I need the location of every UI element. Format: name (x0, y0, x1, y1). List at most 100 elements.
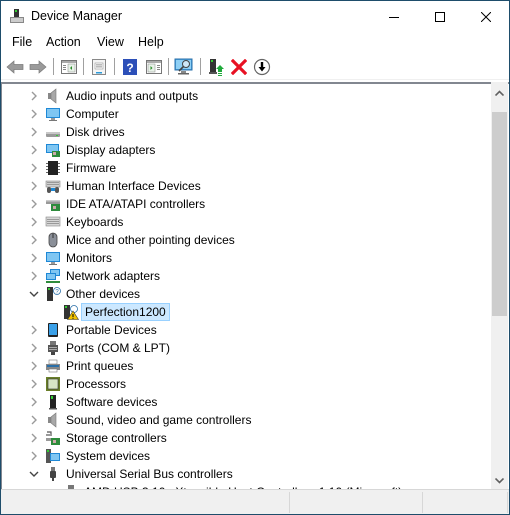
toolbar-separator (114, 58, 115, 75)
expand-chevron-icon[interactable] (29, 450, 39, 462)
tree-item-label[interactable]: Universal Serial Bus controllers (66, 467, 233, 481)
menu-bar: File Action View Help (1, 32, 509, 53)
expand-chevron-icon[interactable] (29, 396, 39, 408)
tree-item-label[interactable]: Display adapters (66, 143, 155, 157)
menu-action[interactable]: Action (46, 35, 81, 49)
tree-category-row[interactable]: Sound, video and game controllers (2, 411, 490, 429)
scan-for-hardware-changes-button[interactable] (174, 57, 194, 77)
tree-category-row[interactable]: Software devices (2, 393, 490, 411)
tree-category-row[interactable]: Human Interface Devices (2, 177, 490, 195)
tree-category-row[interactable]: Network adapters (2, 267, 490, 285)
tree-category-row[interactable]: Monitors (2, 249, 490, 267)
tree-item-label[interactable]: Ports (COM & LPT) (66, 341, 170, 355)
tree-category-row[interactable]: Portable Devices (2, 321, 490, 339)
tree-category-row[interactable]: Mice and other pointing devices (2, 231, 490, 249)
collapse-chevron-icon[interactable] (29, 288, 39, 300)
tree-item-label[interactable]: Processors (66, 377, 126, 391)
help-button[interactable]: ? (120, 57, 140, 77)
computer-icon (45, 106, 61, 122)
tree-category-row[interactable]: Display adapters (2, 141, 490, 159)
tree-item-label[interactable]: Other devices (66, 287, 140, 301)
tree-category-row[interactable]: Ports (COM & LPT) (2, 339, 490, 357)
properties-button[interactable] (89, 57, 109, 77)
show-hide-console-tree-button[interactable] (59, 57, 79, 77)
menu-file[interactable]: File (12, 35, 32, 49)
update-driver-button[interactable] (206, 57, 226, 77)
expand-chevron-icon[interactable] (29, 342, 39, 354)
maximize-button[interactable] (417, 1, 463, 32)
tree-category-row[interactable]: Computer (2, 105, 490, 123)
tree-item-label[interactable]: Network adapters (66, 269, 160, 283)
status-bar-divider (422, 492, 423, 513)
tree-item-label[interactable]: Perfection1200 (81, 303, 170, 321)
tree-category-row[interactable]: Universal Serial Bus controllers (2, 465, 490, 483)
firmware-chip-icon (45, 160, 61, 176)
uninstall-device-button[interactable] (229, 57, 249, 77)
expand-chevron-icon[interactable] (29, 216, 39, 228)
expand-chevron-icon[interactable] (29, 234, 39, 246)
device-tree-pane[interactable]: Audio inputs and outputs Computer Disk dri… (1, 82, 509, 489)
tree-item-label[interactable]: Mice and other pointing devices (66, 233, 235, 247)
expand-chevron-icon[interactable] (29, 144, 39, 156)
tree-item-label[interactable]: Firmware (66, 161, 116, 175)
tree-category-row[interactable]: ? Other devices (2, 285, 490, 303)
forward-button[interactable] (28, 57, 48, 77)
expand-chevron-icon[interactable] (29, 324, 39, 336)
close-button[interactable] (463, 1, 509, 32)
expand-chevron-icon[interactable] (29, 126, 39, 138)
expand-chevron-icon[interactable] (29, 162, 39, 174)
expand-chevron-icon[interactable] (29, 432, 39, 444)
tree-item-label[interactable]: Human Interface Devices (66, 179, 201, 193)
tree-item-label[interactable]: Monitors (66, 251, 112, 265)
tree-item-label[interactable]: Storage controllers (66, 431, 167, 445)
maximize-icon (435, 11, 445, 22)
expand-chevron-icon[interactable] (29, 90, 39, 102)
expand-chevron-icon[interactable] (29, 180, 39, 192)
scrollbar-thumb[interactable] (492, 112, 507, 316)
expand-chevron-icon[interactable] (29, 108, 39, 120)
expand-chevron-icon[interactable] (29, 198, 39, 210)
expand-chevron-icon[interactable] (29, 252, 39, 264)
expand-chevron-icon[interactable] (29, 270, 39, 282)
tree-category-row[interactable]: Firmware (2, 159, 490, 177)
speaker-icon (45, 412, 61, 428)
tree-item-label[interactable]: Computer (66, 107, 119, 121)
tree-category-row[interactable]: Processors (2, 375, 490, 393)
scan-monitor-icon (174, 58, 193, 75)
tree-item-label[interactable]: Software devices (66, 395, 157, 409)
back-button[interactable] (5, 57, 25, 77)
scroll-down-button[interactable] (491, 472, 508, 489)
tree-category-row[interactable]: System devices (2, 447, 490, 465)
collapse-chevron-icon[interactable] (29, 468, 39, 480)
printer-icon (45, 358, 61, 374)
menu-help[interactable]: Help (138, 35, 164, 49)
tree-item-label[interactable]: Keyboards (66, 215, 123, 229)
tree-category-row[interactable]: Storage controllers (2, 429, 490, 447)
expand-chevron-icon[interactable] (29, 378, 39, 390)
tree-item-label[interactable]: System devices (66, 449, 150, 463)
tree-item-label[interactable]: Portable Devices (66, 323, 157, 337)
tree-category-row[interactable]: Print queues (2, 357, 490, 375)
device-manager-app-icon (10, 9, 24, 23)
red-x-icon (231, 59, 247, 75)
minimize-button[interactable] (371, 1, 417, 32)
show-hide-action-pane-button[interactable] (144, 57, 164, 77)
tree-category-row[interactable]: Disk drives (2, 123, 490, 141)
tree-item-label[interactable]: Audio inputs and outputs (66, 89, 198, 103)
tree-item-label[interactable]: Print queues (66, 359, 133, 373)
tree-category-row[interactable]: Keyboards (2, 213, 490, 231)
scroll-up-button[interactable] (491, 84, 508, 101)
expand-chevron-icon[interactable] (29, 414, 39, 426)
expand-chevron-icon[interactable] (29, 360, 39, 372)
warning-device-icon (63, 304, 80, 320)
disable-device-button[interactable] (252, 57, 272, 77)
tree-item-label[interactable]: Sound, video and game controllers (66, 413, 251, 427)
menu-view[interactable]: View (97, 35, 124, 49)
tree-device-row[interactable]: Perfection1200 (2, 303, 490, 321)
vertical-scrollbar[interactable] (491, 82, 508, 489)
status-bar-divider (289, 492, 290, 513)
tree-item-label[interactable]: Disk drives (66, 125, 125, 139)
tree-category-row[interactable]: IDE ATA/ATAPI controllers (2, 195, 490, 213)
tree-category-row[interactable]: Audio inputs and outputs (2, 87, 490, 105)
tree-item-label[interactable]: IDE ATA/ATAPI controllers (66, 197, 205, 211)
